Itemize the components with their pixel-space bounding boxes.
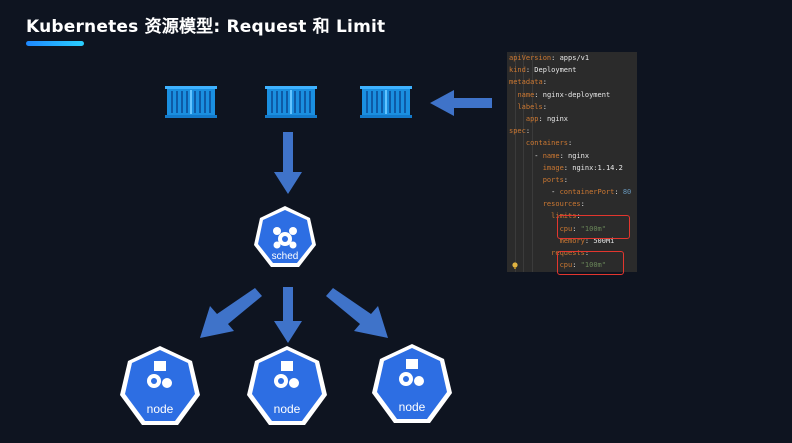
yaml-indent (509, 164, 543, 172)
node-label: node (146, 402, 174, 416)
yaml-value: nginx:1.14.2 (572, 163, 623, 172)
yaml-line: ports: (509, 174, 637, 186)
yaml-value: nginx-deployment (542, 90, 611, 99)
yaml-value: 80 (622, 188, 632, 197)
limits-highlight-box (557, 215, 630, 239)
yaml-code-panel: apiVersion: apps/v1 kind: Deployment metad… (507, 52, 637, 272)
yaml-indent (509, 200, 543, 208)
yaml-key: metadata (509, 78, 543, 87)
yaml-indent (509, 176, 543, 184)
container-icon-3 (360, 86, 412, 118)
requests-highlight-box (557, 251, 624, 275)
yaml-key: labels (517, 102, 543, 111)
yaml-key: name (542, 151, 560, 160)
yaml-key: resources (542, 200, 581, 209)
yaml-value: nginx (546, 114, 569, 123)
lightbulb-icon (512, 262, 518, 269)
yaml-line: containers: (509, 137, 637, 149)
yaml-key: name (517, 90, 535, 99)
yaml-line: image: nginx:1.14.2 (509, 162, 637, 174)
yaml-indent: - (509, 188, 560, 197)
yaml-key: kind (509, 66, 526, 75)
yaml-indent (509, 115, 526, 123)
yaml-indent (509, 212, 551, 220)
arrow-left-icon (430, 90, 492, 116)
arrow-down-icon (274, 132, 302, 194)
yaml-line: spec: (509, 127, 535, 136)
yaml-key: apiVersion (509, 54, 552, 62)
yaml-key: containers (525, 139, 569, 148)
node-heptagon-3: node (372, 343, 452, 425)
yaml-indent: - (509, 151, 543, 160)
arrow-down-middle-icon (274, 287, 302, 343)
yaml-line: - containerPort: 80 (509, 188, 632, 197)
yaml-key: ports (542, 175, 564, 184)
arrow-down-right-icon (326, 288, 388, 338)
yaml-value: Deployment (534, 66, 577, 75)
yaml-indent (509, 249, 551, 257)
node-heptagon-1: node (120, 345, 200, 427)
yaml-line: resources: (509, 198, 637, 210)
yaml-indent (509, 225, 560, 233)
yaml-line: app: nginx (509, 113, 637, 125)
yaml-line: metadata: (509, 78, 552, 87)
yaml-indent (509, 139, 526, 147)
yaml-line: name: nginx-deployment (509, 89, 637, 101)
node-label: node (398, 400, 426, 414)
yaml-line: labels: (509, 101, 637, 113)
yaml-line: - name: nginx (509, 151, 590, 160)
page-title: Kubernetes 资源模型: Request 和 Limit (26, 17, 386, 37)
title-underline (26, 41, 84, 46)
yaml-value: nginx (568, 151, 590, 160)
yaml-key: image (542, 163, 564, 172)
arrow-down-left-icon (200, 288, 262, 338)
yaml-key: app (525, 114, 539, 123)
yaml-indent (509, 237, 560, 245)
scheduler-label: sched (271, 251, 299, 262)
container-icon-1 (165, 86, 217, 118)
node-label: node (273, 402, 301, 416)
yaml-line: kind: Deployment (509, 66, 577, 75)
node-heptagon-2: node (247, 345, 327, 427)
yaml-key: spec (509, 127, 526, 136)
yaml-key: containerPort (559, 188, 615, 197)
yaml-value: apps/v1 (559, 54, 590, 62)
yaml-line: apiVersion: apps/v1 (509, 54, 590, 62)
container-icon-2 (265, 86, 317, 118)
scheduler-heptagon: sched (253, 205, 317, 271)
